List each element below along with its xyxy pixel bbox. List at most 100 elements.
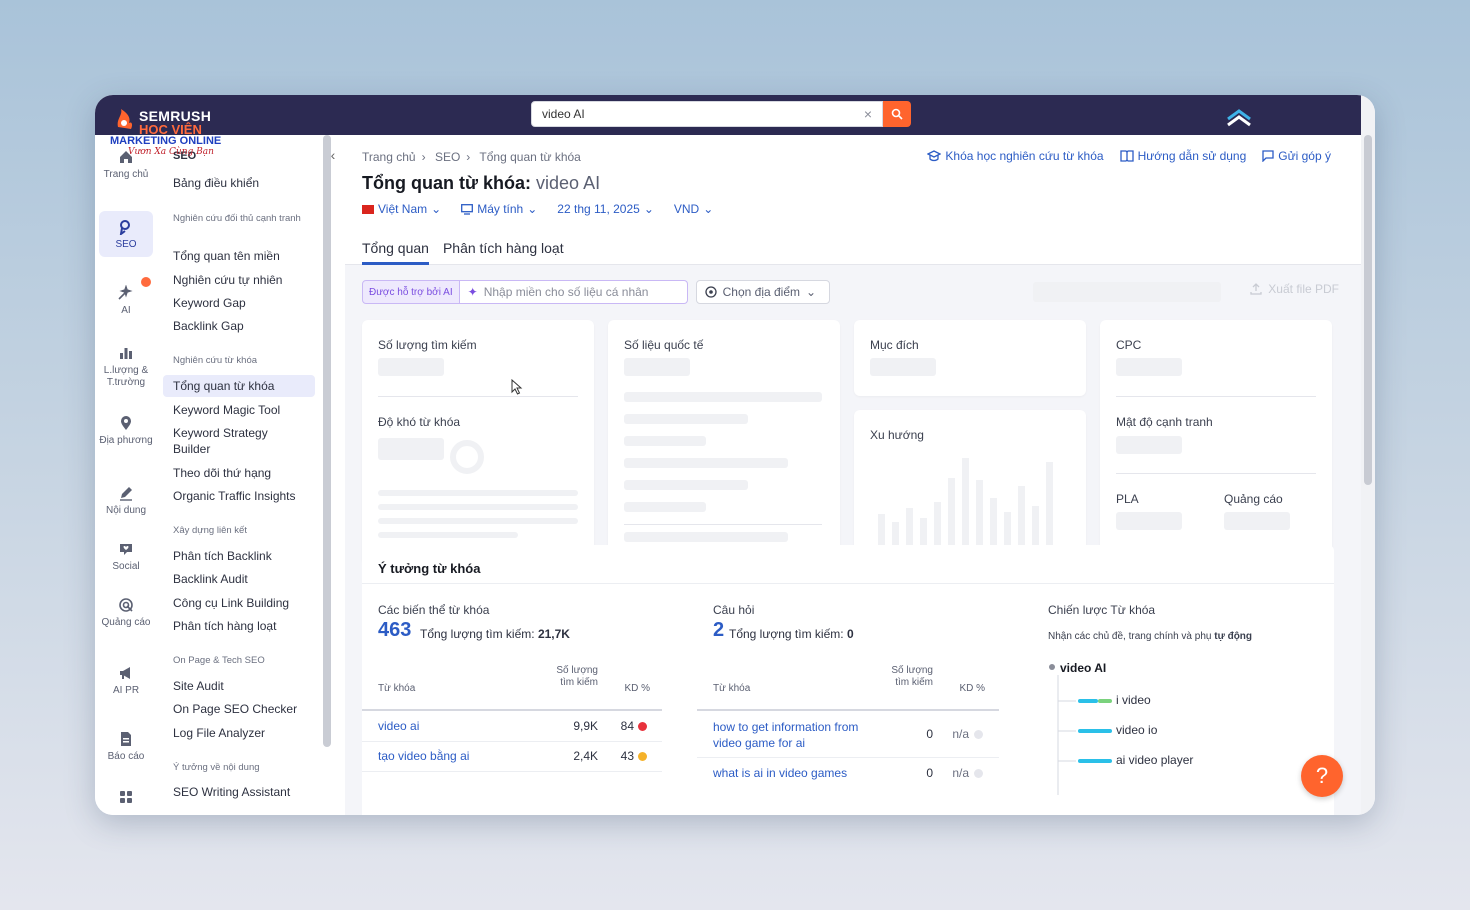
menu-writing-assistant[interactable]: SEO Writing Assistant — [163, 781, 315, 803]
card-cpc-competition: CPC Mật độ cạnh tranh PLA Quảng cáo — [1100, 320, 1332, 564]
menu-position-tracking[interactable]: Theo dõi thứ hạng — [163, 462, 315, 484]
feedback-link[interactable]: Gửi góp ý — [1262, 149, 1331, 163]
country-filter[interactable]: Việt Nam ⌄ — [362, 202, 441, 216]
col-volume[interactable]: Số lượng tìm kiếm — [552, 665, 598, 689]
menu-log-analyzer[interactable]: Log File Analyzer — [163, 722, 315, 744]
col-kd[interactable]: KD % — [949, 683, 985, 695]
divider — [1116, 396, 1316, 397]
skeleton — [624, 502, 706, 512]
rail-item-seo[interactable]: SEO — [99, 211, 153, 257]
ai-sparkle-icon — [118, 285, 133, 300]
clear-icon[interactable]: × — [864, 106, 872, 122]
skeleton — [1116, 436, 1182, 454]
search-icon — [891, 108, 903, 120]
strategy-node[interactable]: video io — [1116, 723, 1157, 737]
menu-keyword-overview[interactable]: Tổng quan từ khóa — [163, 375, 315, 397]
menu-domain-overview[interactable]: Tổng quan tên miền — [163, 245, 315, 267]
breadcrumb-home[interactable]: Trang chủ — [362, 150, 416, 164]
skeleton — [624, 458, 788, 468]
report-icon — [121, 732, 131, 746]
menu-dashboard[interactable]: Bảng điều khiển — [163, 172, 315, 194]
breadcrumb-seo[interactable]: SEO — [435, 150, 460, 164]
main-content: Trang chủ › SEO › Tổng quan từ khóa Khóa h… — [345, 135, 1361, 815]
menu-group-keyword: Nghiên cứu từ khóa — [173, 355, 258, 366]
icon-rail: Trang chủ SEO AI L.lượng & T.trường Địa … — [95, 135, 159, 815]
device-filter[interactable]: Máy tính ⌄ — [461, 202, 537, 216]
variant-row-kd: 43 — [620, 749, 634, 763]
course-link-label: Khóa học nghiên cứu từ khóa — [945, 149, 1104, 163]
currency-filter[interactable]: VND ⌄ — [674, 202, 713, 216]
tree-bar — [1078, 699, 1098, 703]
questions-total-label: Tổng lượng tìm kiếm: — [729, 627, 844, 641]
rail-item-social[interactable]: Social — [99, 541, 153, 573]
rail-item-reports[interactable]: Báo cáo — [99, 731, 153, 763]
upload-icon — [1250, 283, 1262, 295]
menu-organic-research[interactable]: Nghiên cứu tự nhiên — [163, 269, 315, 291]
question-row-keyword[interactable]: what is ai in video games — [713, 766, 847, 780]
questions-count[interactable]: 2 — [713, 619, 724, 642]
menu-link-building[interactable]: Công cụ Link Building — [163, 592, 315, 614]
skeleton — [378, 504, 578, 510]
location-select[interactable]: Chọn địa điểm ⌄ — [695, 280, 830, 304]
col-volume[interactable]: Số lượng tìm kiếm — [887, 665, 933, 689]
variants-total: Tổng lượng tìm kiếm: 21,7K — [420, 627, 570, 641]
rail-item-traffic[interactable]: L.lượng & T.trường — [99, 345, 153, 389]
card-global-volume: Số liệu quốc tế — [608, 320, 840, 564]
menu-keyword-strategy[interactable]: Keyword Strategy Builder — [163, 422, 315, 456]
menu-site-audit[interactable]: Site Audit — [163, 675, 315, 697]
personal-domain-input[interactable]: ✦ Nhập miền cho số liệu cá nhân — [459, 280, 688, 304]
guide-link-label: Hướng dẫn sử dụng — [1137, 149, 1247, 163]
menu-backlink-gap[interactable]: Backlink Gap — [163, 315, 315, 337]
tree-bar — [1098, 699, 1112, 703]
rail-item-more[interactable] — [99, 789, 153, 809]
menu-onpage-checker[interactable]: On Page SEO Checker — [163, 698, 315, 720]
menu-organic-traffic[interactable]: Organic Traffic Insights — [163, 485, 315, 507]
col-kd[interactable]: KD % — [614, 683, 650, 695]
heart-chat-icon — [120, 544, 132, 555]
skeleton — [378, 532, 518, 538]
divider — [624, 524, 822, 525]
menu-bulk-analysis[interactable]: Phân tích hàng loạt — [163, 615, 315, 637]
intent-label: Mục đích — [870, 338, 919, 352]
menu-keyword-gap[interactable]: Keyword Gap — [163, 292, 315, 314]
menu-group-content: Ý tưởng về nội dung — [173, 762, 260, 773]
bar-chart-icon — [120, 348, 132, 359]
app-switcher-icon[interactable] — [1227, 109, 1251, 127]
skeleton — [1224, 512, 1290, 530]
tab-bulk-analysis[interactable]: Phân tích hàng loạt — [443, 240, 564, 265]
collapse-menu-icon[interactable]: ‹ — [323, 147, 343, 167]
course-link[interactable]: Khóa học nghiên cứu từ khóa — [927, 149, 1104, 163]
strategy-node[interactable]: ai video player — [1116, 753, 1193, 767]
variant-row-keyword[interactable]: tạo video bằng ai — [378, 749, 469, 763]
search-button[interactable] — [883, 101, 911, 127]
rail-item-content[interactable]: Nội dung — [99, 485, 153, 517]
menu-backlink-analytics[interactable]: Phân tích Backlink — [163, 545, 315, 567]
variant-row-keyword[interactable]: video ai — [378, 719, 419, 733]
guide-link[interactable]: Hướng dẫn sử dụng — [1119, 149, 1247, 163]
menu-scrollbar[interactable] — [323, 135, 331, 747]
variants-count[interactable]: 463 — [378, 619, 411, 642]
tab-overview[interactable]: Tổng quan — [362, 240, 429, 265]
menu-keyword-magic[interactable]: Keyword Magic Tool — [163, 399, 315, 421]
question-row-keyword[interactable]: how to get information from video game f… — [713, 719, 883, 751]
export-pdf-button[interactable]: Xuất file PDF — [1250, 282, 1339, 296]
strategy-node[interactable]: i video — [1116, 693, 1151, 707]
megaphone-icon — [120, 667, 130, 679]
rail-label: Social — [112, 561, 140, 572]
rail-item-ai[interactable]: AI — [99, 285, 153, 317]
scrollbar-thumb[interactable] — [1364, 135, 1372, 485]
rail-item-aipr[interactable]: AI PR — [99, 665, 153, 697]
cpc-label: CPC — [1116, 338, 1142, 352]
grid-apps-icon — [120, 791, 132, 803]
keyword-search-input[interactable]: video AI × — [531, 101, 883, 127]
help-button[interactable]: ? — [1301, 755, 1343, 797]
rail-item-ads[interactable]: Quảng cáo — [99, 597, 153, 629]
menu-backlink-audit[interactable]: Backlink Audit — [163, 568, 315, 590]
questions-total: Tổng lượng tìm kiếm: 0 — [729, 627, 854, 641]
strategy-root[interactable]: video AI — [1060, 661, 1106, 675]
date-filter[interactable]: 22 thg 11, 2025 ⌄ — [557, 202, 654, 216]
rail-item-local[interactable]: Địa phương — [99, 415, 153, 447]
rail-label: Trang chủ — [103, 169, 149, 180]
skeleton — [1116, 358, 1182, 376]
page-scrollbar[interactable] — [1361, 95, 1375, 815]
